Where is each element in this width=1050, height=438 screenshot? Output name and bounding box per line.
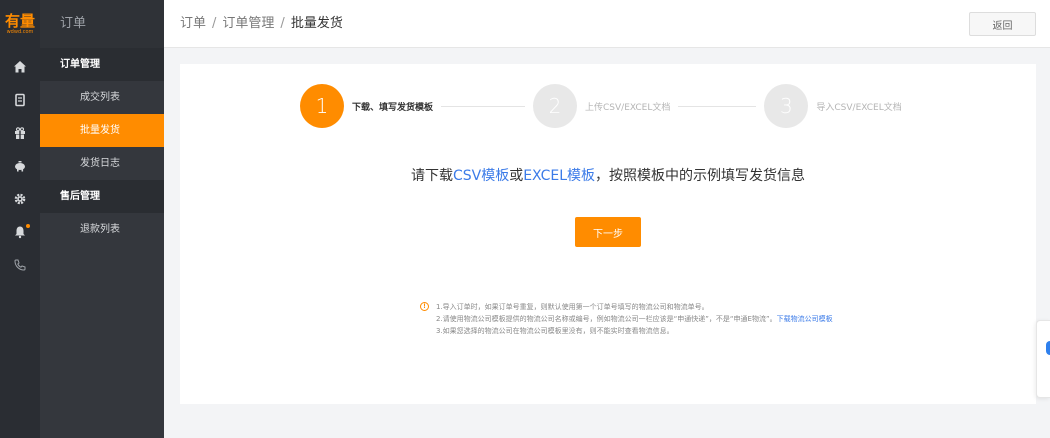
carrier-template-link[interactable]: 下载物流公司模板	[777, 315, 833, 323]
step-1-label: 下载、填写发货模板	[352, 102, 434, 113]
floating-help-widget[interactable]	[1036, 320, 1050, 398]
chat-icon[interactable]	[1046, 341, 1050, 355]
logo-domain: wdwd.com	[6, 29, 34, 35]
step-2-circle: 2	[533, 84, 578, 128]
bell-icon[interactable]	[0, 215, 40, 248]
step-3: 3 导入CSV/EXCEL文档	[764, 84, 902, 128]
breadcrumb-current: 批量发货	[290, 16, 343, 31]
step-1-circle: 1	[300, 84, 344, 128]
gift-icon[interactable]	[0, 116, 40, 149]
excel-template-link[interactable]: EXCEL模板	[523, 168, 595, 184]
sidebar: 订单 订单管理 成交列表 批量发货 发货日志 售后管理 退款列表	[40, 0, 164, 438]
breadcrumb-orders[interactable]: 订单	[180, 16, 206, 31]
step-connector	[441, 105, 526, 107]
sidebar-group-order-management: 订单管理	[40, 48, 164, 81]
breadcrumb-separator: /	[280, 16, 285, 31]
breadcrumb: 订单 / 订单管理 / 批量发货	[180, 0, 343, 48]
next-step-button[interactable]: 下一步	[575, 217, 641, 247]
breadcrumb-order-management[interactable]: 订单管理	[222, 16, 274, 31]
back-button[interactable]: 返回	[969, 12, 1036, 36]
piggy-bank-icon[interactable]	[0, 149, 40, 182]
sidebar-group-after-sales: 售后管理	[40, 180, 164, 213]
gear-icon[interactable]	[0, 182, 40, 215]
note-line-2-text: 2.请使用物流公司模板提供的物流公司名称或编号，例如物流公司一栏应该是“申通快递…	[436, 315, 777, 323]
note-line-1: 1.导入订单时，如果订单号重复，则默认使用第一个订单号填写的物流公司和物流单号。	[436, 303, 709, 311]
sidebar-item-transactions[interactable]: 成交列表	[40, 81, 164, 114]
notes-block: ! 1.导入订单时，如果订单号重复，则默认使用第一个订单号填写的物流公司和物流单…	[420, 301, 880, 337]
notification-dot	[26, 224, 30, 228]
warning-icon: !	[420, 302, 429, 311]
step-indicator: 1 下载、填写发货模板 2 上传CSV/EXCEL文档 3 导入CSV/EXCE…	[300, 84, 902, 128]
icon-rail: 有量 wdwd.com	[0, 0, 40, 438]
note-line-3: 3.如果您选择的物流公司在物流公司模板里没有，则不能实时查看物流信息。	[436, 327, 674, 335]
breadcrumb-separator: /	[212, 16, 217, 31]
instruction-or: 或	[509, 168, 524, 184]
step-2-label: 上传CSV/EXCEL文档	[585, 102, 671, 113]
brand-logo[interactable]: 有量 wdwd.com	[0, 0, 40, 48]
step-connector	[678, 105, 757, 107]
step-3-circle: 3	[764, 84, 809, 128]
sidebar-item-ship-log[interactable]: 发货日志	[40, 147, 164, 180]
sidebar-item-refunds[interactable]: 退款列表	[40, 213, 164, 246]
instruction-prefix: 请下载	[410, 168, 453, 184]
home-icon[interactable]	[0, 50, 40, 83]
order-icon[interactable]	[0, 83, 40, 116]
top-header: 订单 / 订单管理 / 批量发货 返回	[164, 0, 1050, 48]
sidebar-title: 订单	[40, 0, 164, 48]
step-2: 2 上传CSV/EXCEL文档	[533, 84, 670, 128]
instruction-text: 请下载CSV模板或EXCEL模板，按照模板中的示例填写发货信息	[180, 165, 1036, 185]
logo-text: 有量	[4, 12, 35, 30]
csv-template-link[interactable]: CSV模板	[453, 168, 509, 184]
note-line-2: 2.请使用物流公司模板提供的物流公司名称或编号，例如物流公司一栏应该是“申通快递…	[436, 313, 880, 325]
batch-ship-card: 1 下载、填写发货模板 2 上传CSV/EXCEL文档 3 导入CSV/EXCE…	[180, 64, 1036, 404]
instruction-suffix: ，按照模板中的示例填写发货信息	[595, 168, 806, 184]
phone-icon[interactable]	[0, 248, 40, 281]
sidebar-item-batch-ship[interactable]: 批量发货	[40, 114, 164, 147]
step-3-label: 导入CSV/EXCEL文档	[816, 102, 902, 113]
step-1: 1 下载、填写发货模板	[300, 84, 433, 128]
